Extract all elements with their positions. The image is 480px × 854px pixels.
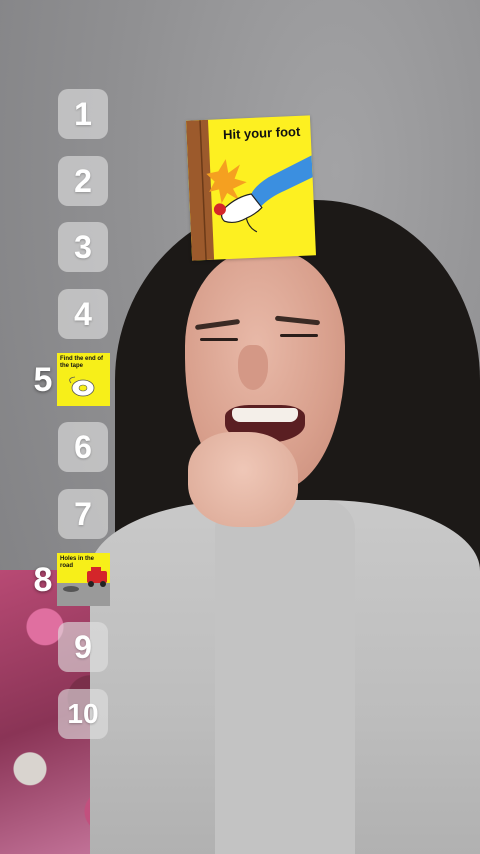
rank-number: 10 xyxy=(67,698,99,729)
rank-number-8: 8 xyxy=(33,560,53,599)
rank-slot-6[interactable]: 6 xyxy=(58,422,108,472)
person-arm xyxy=(215,500,355,854)
rank-number: 9 xyxy=(74,628,92,665)
nose xyxy=(238,345,268,390)
ranking-slot-list: 1 2 3 4 5 Find the end of the tape 6 7 8… xyxy=(0,0,130,854)
left-eye xyxy=(200,338,238,341)
rank-number: 7 xyxy=(74,495,92,532)
rank-slot-2[interactable]: 2 xyxy=(58,156,108,206)
rank-number: 3 xyxy=(74,228,92,265)
rank-number: 1 xyxy=(74,95,92,132)
rank-number-5: 5 xyxy=(33,360,53,399)
teeth xyxy=(232,408,298,422)
rank-number: 6 xyxy=(74,428,92,465)
rank-slot-3[interactable]: 3 xyxy=(58,222,108,272)
card-caption: Holes in the road xyxy=(60,556,95,569)
current-prompt-card[interactable]: Hit your foot xyxy=(186,115,316,261)
rank-slot-8-card[interactable]: Holes in the road xyxy=(57,553,110,606)
rank-number: 4 xyxy=(74,295,92,332)
rank-slot-4[interactable]: 4 xyxy=(58,289,108,339)
person-fist xyxy=(188,432,298,527)
right-eye xyxy=(280,334,318,337)
card-caption: Find the end of the tape xyxy=(60,356,103,369)
rank-slot-5-card[interactable]: Find the end of the tape xyxy=(57,353,110,406)
rank-slot-10[interactable]: 10 xyxy=(58,689,108,739)
rank-slot-1[interactable]: 1 xyxy=(58,89,108,139)
rank-slot-9[interactable]: 9 xyxy=(58,622,108,672)
rank-slot-7[interactable]: 7 xyxy=(58,489,108,539)
rank-number: 2 xyxy=(74,162,92,199)
